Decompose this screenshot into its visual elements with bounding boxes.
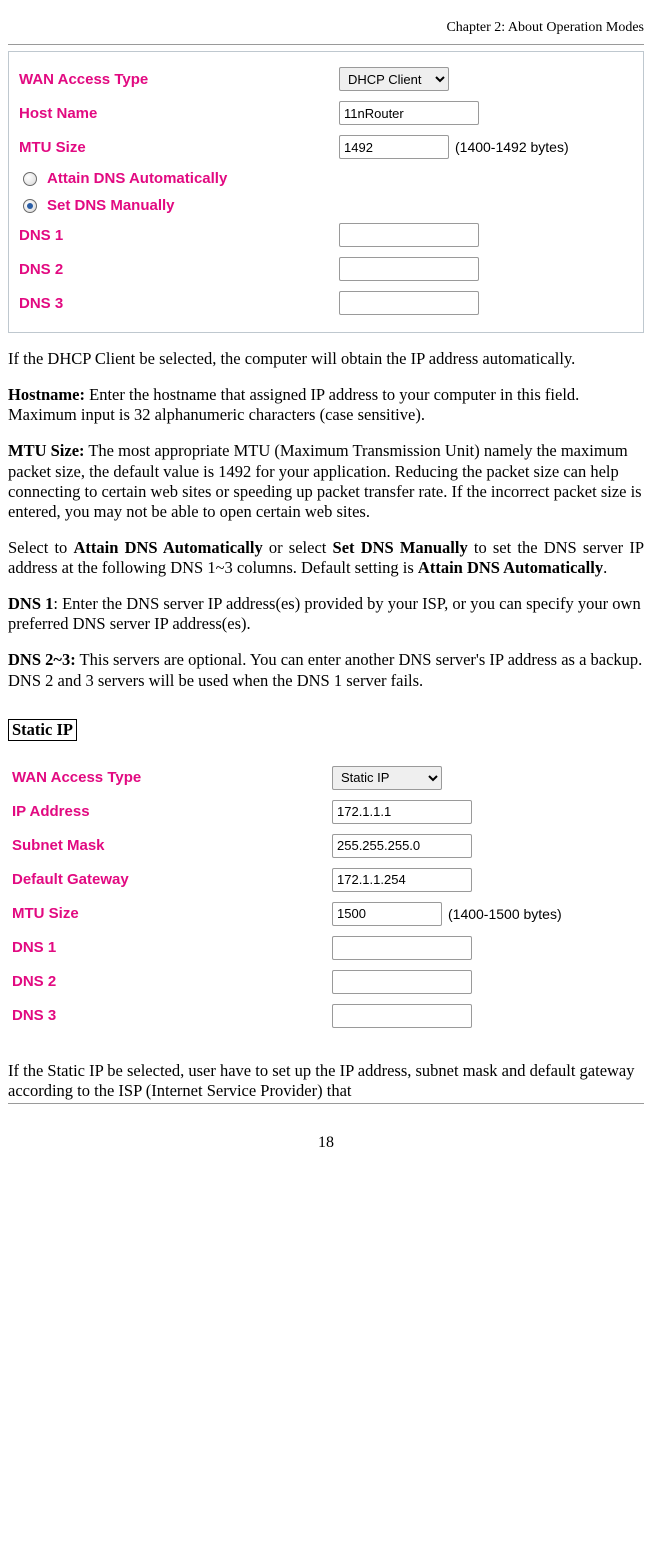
text-dns23: This servers are optional. You can enter… xyxy=(8,650,642,689)
label-wan-access-type: WAN Access Type xyxy=(17,71,339,88)
label-dns1-bold: DNS 1 xyxy=(8,594,53,613)
row-subnet-mask: Subnet Mask xyxy=(10,829,642,863)
radio-set-dns-manually[interactable] xyxy=(23,199,37,213)
text-dns-select-b2: Set DNS Manually xyxy=(333,538,468,557)
label-default-gateway: Default Gateway xyxy=(10,871,332,888)
row-default-gateway: Default Gateway xyxy=(10,863,642,897)
text-mtu: The most appropriate MTU (Maximum Transm… xyxy=(8,441,642,520)
para-dhcp-intro: If the DHCP Client be selected, the comp… xyxy=(8,349,644,369)
label-mtu-bold: MTU Size: xyxy=(8,441,85,460)
text-dns-select-post2: . xyxy=(603,558,607,577)
dhcp-form-panel: WAN Access Type DHCP Client Host Name MT… xyxy=(8,51,644,333)
row-ip-address: IP Address xyxy=(10,795,642,829)
input-dns3[interactable] xyxy=(339,291,479,315)
row-wan-access-type: WAN Access Type DHCP Client xyxy=(17,62,635,96)
para-mtu: MTU Size: The most appropriate MTU (Maxi… xyxy=(8,441,644,522)
input-ip-address[interactable] xyxy=(332,800,472,824)
para-dns23: DNS 2~3: This servers are optional. You … xyxy=(8,650,644,690)
row-dns2: DNS 2 xyxy=(17,252,635,286)
text-dns-select-b1: Attain DNS Automatically xyxy=(73,538,262,557)
label-static-mtu-size: MTU Size xyxy=(10,905,332,922)
label-set-dns-manually: Set DNS Manually xyxy=(47,197,175,214)
label-host-name: Host Name xyxy=(17,105,339,122)
input-host-name[interactable] xyxy=(339,101,479,125)
label-dns2: DNS 2 xyxy=(17,261,339,278)
row-static-dns3: DNS 3 xyxy=(10,999,642,1033)
section-tag-static-ip: Static IP xyxy=(8,719,77,741)
label-static-dns1: DNS 1 xyxy=(10,939,332,956)
input-dns2[interactable] xyxy=(339,257,479,281)
input-static-dns3[interactable] xyxy=(332,1004,472,1028)
para-static-intro: If the Static IP be selected, user have … xyxy=(8,1061,644,1101)
row-radio-set-dns-manually: Set DNS Manually xyxy=(17,191,635,218)
label-subnet-mask: Subnet Mask xyxy=(10,837,332,854)
label-dns3: DNS 3 xyxy=(17,295,339,312)
para-dns-select: Select to Attain DNS Automatically or se… xyxy=(8,538,644,578)
input-dns1[interactable] xyxy=(339,223,479,247)
label-static-wan-access-type: WAN Access Type xyxy=(10,769,332,786)
row-dns3: DNS 3 xyxy=(17,286,635,320)
label-mtu-size: MTU Size xyxy=(17,139,339,156)
label-dns23-bold: DNS 2~3: xyxy=(8,650,76,669)
label-attain-dns: Attain DNS Automatically xyxy=(47,170,227,187)
hint-static-mtu-range: (1400-1500 bytes) xyxy=(448,906,562,922)
row-static-dns1: DNS 1 xyxy=(10,931,642,965)
chapter-header: Chapter 2: About Operation Modes xyxy=(8,20,644,36)
para-dns1: DNS 1: Enter the DNS server IP address(e… xyxy=(8,594,644,634)
row-static-mtu-size: MTU Size (1400-1500 bytes) xyxy=(10,897,642,931)
label-hostname-bold: Hostname: xyxy=(8,385,85,404)
row-static-wan-access-type: WAN Access Type Static IP xyxy=(10,761,642,795)
label-static-dns2: DNS 2 xyxy=(10,973,332,990)
footer-rule xyxy=(8,1103,644,1104)
input-static-dns2[interactable] xyxy=(332,970,472,994)
text-dns-select-mid: or select xyxy=(263,538,333,557)
text-dns1: : Enter the DNS server IP address(es) pr… xyxy=(8,594,641,633)
select-wan-access-type[interactable]: DHCP Client xyxy=(339,67,449,91)
page-number: 18 xyxy=(8,1134,644,1152)
header-rule xyxy=(8,44,644,45)
row-dns1: DNS 1 xyxy=(17,218,635,252)
input-static-mtu-size[interactable] xyxy=(332,902,442,926)
select-static-wan-access-type[interactable]: Static IP xyxy=(332,766,442,790)
hint-mtu-range: (1400-1492 bytes) xyxy=(455,139,569,155)
row-static-dns2: DNS 2 xyxy=(10,965,642,999)
static-ip-form-panel: WAN Access Type Static IP IP Address Sub… xyxy=(8,751,644,1045)
label-static-dns3: DNS 3 xyxy=(10,1007,332,1024)
para-hostname: Hostname: Enter the hostname that assign… xyxy=(8,385,644,425)
text-dns-select-b3: Attain DNS Automatically xyxy=(418,558,603,577)
label-dns1: DNS 1 xyxy=(17,227,339,244)
row-radio-attain-dns: Attain DNS Automatically xyxy=(17,164,635,191)
row-host-name: Host Name xyxy=(17,96,635,130)
text-dns-select-pre: Select to xyxy=(8,538,73,557)
input-default-gateway[interactable] xyxy=(332,868,472,892)
label-ip-address: IP Address xyxy=(10,803,332,820)
input-static-dns1[interactable] xyxy=(332,936,472,960)
radio-attain-dns[interactable] xyxy=(23,172,37,186)
text-hostname: Enter the hostname that assigned IP addr… xyxy=(8,385,579,424)
input-subnet-mask[interactable] xyxy=(332,834,472,858)
row-mtu-size: MTU Size (1400-1492 bytes) xyxy=(17,130,635,164)
input-mtu-size[interactable] xyxy=(339,135,449,159)
